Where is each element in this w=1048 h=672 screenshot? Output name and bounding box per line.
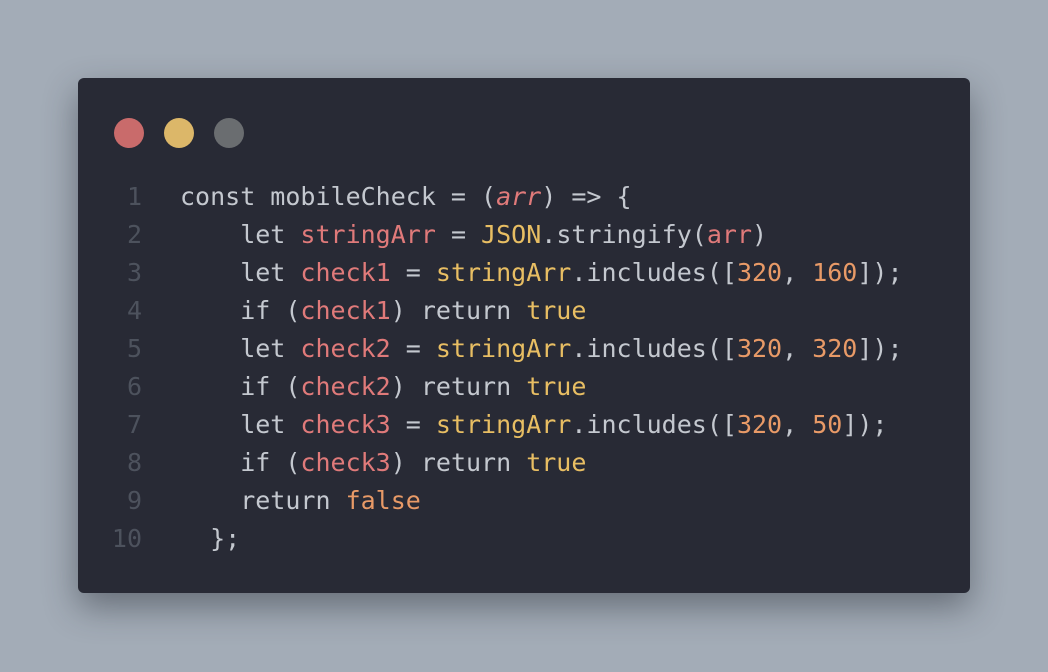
code-token: JSON <box>481 220 542 249</box>
code-line: 6 if (check2) return true <box>78 368 903 406</box>
window-controls <box>114 118 244 148</box>
line-number: 10 <box>111 524 142 553</box>
code-token: }; <box>180 524 241 553</box>
code-text: }; <box>180 520 240 558</box>
minimize-dot <box>164 118 194 148</box>
line-number: 9 <box>126 486 142 515</box>
code-token: check3 <box>300 410 391 439</box>
code-token: true <box>526 296 587 325</box>
code-token: if ( <box>180 296 301 325</box>
code-token: 50 <box>812 410 843 439</box>
code-token: check1 <box>300 258 391 287</box>
code-token: if ( <box>180 448 301 477</box>
code-token: true <box>526 372 587 401</box>
code-token: false <box>345 486 421 515</box>
code-token: = <box>390 410 436 439</box>
code-token: ) => { <box>541 182 632 211</box>
code-window: 1 const mobileCheck = (arr) => {2 let str… <box>78 78 970 593</box>
code-line: 9 return false <box>78 482 903 520</box>
code-token: let <box>180 410 301 439</box>
code-block: 1 const mobileCheck = (arr) => {2 let str… <box>78 178 903 558</box>
code-token: ]); <box>857 258 903 287</box>
code-token: if ( <box>180 372 301 401</box>
code-token: arr <box>496 182 542 211</box>
line-number: 1 <box>126 182 142 211</box>
line-number: 2 <box>126 220 142 249</box>
code-token: true <box>526 448 587 477</box>
code-token: arr <box>706 220 752 249</box>
code-line: 8 if (check3) return true <box>78 444 903 482</box>
code-token: = <box>435 220 482 249</box>
code-token: ) return <box>390 296 527 325</box>
line-number: 8 <box>126 448 142 477</box>
code-token: let <box>180 220 301 249</box>
code-text: if (check2) return true <box>180 368 586 406</box>
code-token: 320 <box>736 410 783 439</box>
code-token: .includes([ <box>571 258 737 287</box>
code-token: check3 <box>300 448 391 477</box>
code-token: ]); <box>842 410 888 439</box>
code-token: 160 <box>812 258 858 287</box>
code-token: 320 <box>812 334 858 363</box>
code-token: const mobileCheck = ( <box>180 182 497 211</box>
code-token: check1 <box>300 296 391 325</box>
code-token: check2 <box>300 334 391 363</box>
code-text: if (check3) return true <box>180 444 586 482</box>
code-token: = <box>390 334 436 363</box>
code-line: 1 const mobileCheck = (arr) => { <box>78 178 903 216</box>
code-token: let <box>180 258 301 287</box>
code-line: 5 let check2 = stringArr.includes([320, … <box>78 330 903 368</box>
code-line: 7 let check3 = stringArr.includes([320, … <box>78 406 903 444</box>
code-token: ) <box>752 220 768 249</box>
line-number: 4 <box>126 296 142 325</box>
code-line: 10 }; <box>78 520 903 558</box>
code-token: ]); <box>857 334 903 363</box>
code-line: 4 if (check1) return true <box>78 292 903 330</box>
code-token: = <box>390 258 436 287</box>
code-text: let check1 = stringArr.includes([320, 16… <box>180 254 903 292</box>
code-token: .stringify( <box>541 220 707 249</box>
code-token: stringArr <box>435 258 572 287</box>
line-number: 6 <box>126 372 142 401</box>
code-token: ) return <box>390 448 527 477</box>
code-text: if (check1) return true <box>180 292 586 330</box>
code-token: stringArr <box>300 220 436 249</box>
code-line: 3 let check1 = stringArr.includes([320, … <box>78 254 903 292</box>
close-dot <box>114 118 144 148</box>
code-token: stringArr <box>435 334 572 363</box>
code-token: , <box>782 410 813 439</box>
code-token: ) return <box>390 372 527 401</box>
code-text: let check2 = stringArr.includes([320, 32… <box>180 330 903 368</box>
code-token: return <box>180 486 346 515</box>
code-token: stringArr <box>435 410 572 439</box>
code-token: , <box>782 258 813 287</box>
code-token: 320 <box>736 334 783 363</box>
code-text: return false <box>180 482 421 520</box>
code-text: const mobileCheck = (arr) => { <box>180 178 632 216</box>
code-token: , <box>782 334 813 363</box>
code-token: .includes([ <box>571 334 737 363</box>
code-text: let stringArr = JSON.stringify(arr) <box>180 216 767 254</box>
line-number: 5 <box>126 334 142 363</box>
code-token: check2 <box>300 372 391 401</box>
line-number: 3 <box>126 258 142 287</box>
code-token: 320 <box>736 258 783 287</box>
code-token: .includes([ <box>571 410 737 439</box>
code-text: let check3 = stringArr.includes([320, 50… <box>180 406 887 444</box>
zoom-dot <box>214 118 244 148</box>
line-number: 7 <box>126 410 142 439</box>
code-line: 2 let stringArr = JSON.stringify(arr) <box>78 216 903 254</box>
code-token: let <box>180 334 301 363</box>
